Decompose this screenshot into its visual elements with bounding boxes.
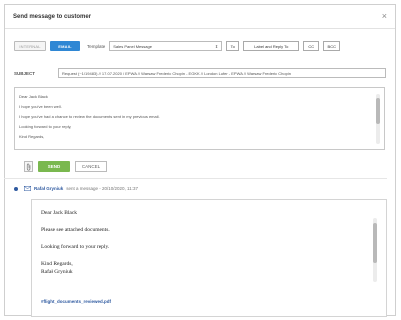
sent-message-card: Dear Jack Black Please see attached docu…: [31, 199, 387, 317]
page: Send message to customer × INTERNAL EMAI…: [0, 0, 401, 320]
template-label: Template: [87, 43, 106, 49]
message-scrollbar[interactable]: [373, 218, 377, 282]
message-greeting: Dear Jack Black: [41, 210, 78, 216]
template-select[interactable]: Sales Panel Message ⇕: [109, 41, 223, 51]
sent-message-body: Dear Jack Black Please see attached docu…: [41, 210, 361, 277]
editor-scrollbar[interactable]: [376, 94, 380, 144]
dialog-title: Send message to customer: [13, 13, 92, 20]
attachment-link[interactable]: #flight_documents_reviewed.pdf: [41, 299, 111, 304]
template-value: Sales Panel Message: [113, 43, 152, 49]
attach-button[interactable]: [24, 161, 33, 172]
to-button[interactable]: To: [226, 41, 240, 51]
editor-scroll-thumb[interactable]: [376, 98, 380, 124]
message-actions: SEND CANCEL: [24, 161, 107, 172]
editor-line: I hope you've had a chance to review the…: [19, 114, 160, 119]
timeline-dot: [14, 186, 18, 191]
history-meta: sent a message - 20/10/2020, 11:37: [66, 186, 138, 191]
message-editor[interactable]: Dear Jack Black I hope you've been well.…: [14, 87, 385, 150]
subject-label: SUBJECT: [14, 70, 36, 76]
editor-line: I hope you've been well.: [19, 104, 62, 109]
editor-line: Kind Regards,: [19, 134, 45, 139]
label-reply-button[interactable]: Label and Reply To: [243, 41, 300, 51]
cc-button[interactable]: CC: [303, 41, 320, 51]
editor-line: Dear Jack Black: [19, 94, 48, 99]
subject-row: SUBJECT Request (~1/19483) // 17.07.2020…: [14, 68, 386, 78]
chevron-updown-icon: ⇕: [214, 43, 219, 49]
send-button[interactable]: SEND: [38, 161, 70, 172]
divider: [4, 178, 387, 179]
paperclip-icon: [26, 163, 30, 170]
email-toggle[interactable]: EMAIL: [50, 41, 80, 51]
message-toolbar: INTERNAL EMAIL Template Sales Panel Mess…: [14, 41, 341, 51]
message-scroll-thumb[interactable]: [373, 223, 377, 263]
signature-line: Kind Regards,: [41, 261, 73, 267]
author-name[interactable]: Rafał Gryniuk: [34, 186, 63, 191]
close-icon[interactable]: ×: [382, 12, 387, 21]
signature-name: Rafał Gryniuk: [41, 269, 73, 275]
cancel-button[interactable]: CANCEL: [75, 161, 107, 172]
subject-input[interactable]: Request (~1/19483) // 17.07.2020 / EPWA …: [58, 68, 386, 78]
internal-toggle[interactable]: INTERNAL: [14, 41, 46, 51]
history-header: Rafał Gryniuk sent a message - 20/10/202…: [14, 186, 138, 191]
bcc-button[interactable]: BCC: [323, 41, 341, 51]
message-line: Looking forward to your reply.: [41, 244, 110, 250]
message-line: Please see attached documents.: [41, 227, 110, 233]
envelope-icon: [24, 186, 31, 191]
dialog-header: Send message to customer ×: [5, 5, 395, 29]
editor-line: Looking forward to your reply,: [19, 124, 72, 129]
